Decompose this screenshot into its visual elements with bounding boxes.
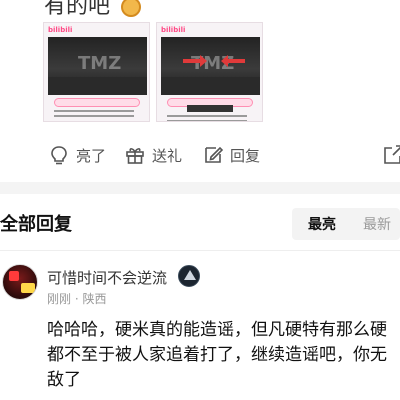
image-pink-button — [54, 98, 140, 107]
video-frame: TMZ — [161, 37, 260, 95]
image-caption-lines — [167, 115, 247, 117]
image-brand-label: bilibili — [48, 26, 73, 34]
divider — [0, 250, 400, 251]
user-badge-icon — [178, 265, 200, 287]
post-image-2[interactable]: bilibili TMZ — [156, 22, 263, 122]
face-emoji-icon — [121, 0, 142, 17]
edit-icon — [205, 146, 224, 163]
post-action-bar: 亮了 送礼 回复 — [0, 140, 400, 172]
sort-option-hot[interactable]: 最亮 — [308, 214, 336, 234]
reply-button[interactable]: 回复 — [202, 144, 260, 166]
red-arrow-icon — [227, 59, 245, 63]
sort-toggle: 最亮 最新 — [292, 208, 400, 240]
post-image-1[interactable]: bilibili TMZ — [43, 22, 150, 122]
like-label: 亮了 — [76, 146, 107, 165]
post-text: 有的吧 — [44, 0, 111, 19]
red-arrow-icon — [183, 55, 207, 67]
post-images: bilibili TMZ bilibili TMZ — [43, 22, 263, 122]
sort-option-latest[interactable]: 最新 — [363, 214, 391, 234]
avatar[interactable] — [2, 264, 38, 300]
section-divider — [0, 182, 400, 194]
image-watermark: TMZ — [78, 53, 122, 74]
image-caption-lines — [54, 110, 134, 112]
gift-button[interactable]: 送礼 — [124, 144, 182, 166]
image-caption-tag — [187, 105, 233, 112]
comment-username[interactable]: 可惜时间不会逆流 — [47, 267, 167, 288]
reply-label: 回复 — [230, 146, 261, 165]
share-button[interactable] — [382, 144, 400, 166]
comment-meta: 刚刚 · 陕西 — [47, 292, 107, 306]
share-icon — [384, 145, 400, 164]
video-frame: TMZ — [48, 37, 147, 95]
comment-text[interactable]: 哈哈哈，硬米真的能造谣，但凡硬特有那么硬都不至于被人家追着打了，继续造谣吧，你无… — [47, 318, 400, 393]
gift-label: 送礼 — [152, 146, 183, 165]
post-text-fragment: 有的吧 — [44, 0, 142, 20]
gift-icon — [126, 148, 144, 164]
image-brand-label: bilibili — [161, 26, 186, 34]
like-button[interactable]: 亮了 — [48, 144, 106, 166]
lightbulb-icon — [51, 146, 67, 165]
comments-section-title: 全部回复 — [0, 214, 72, 235]
